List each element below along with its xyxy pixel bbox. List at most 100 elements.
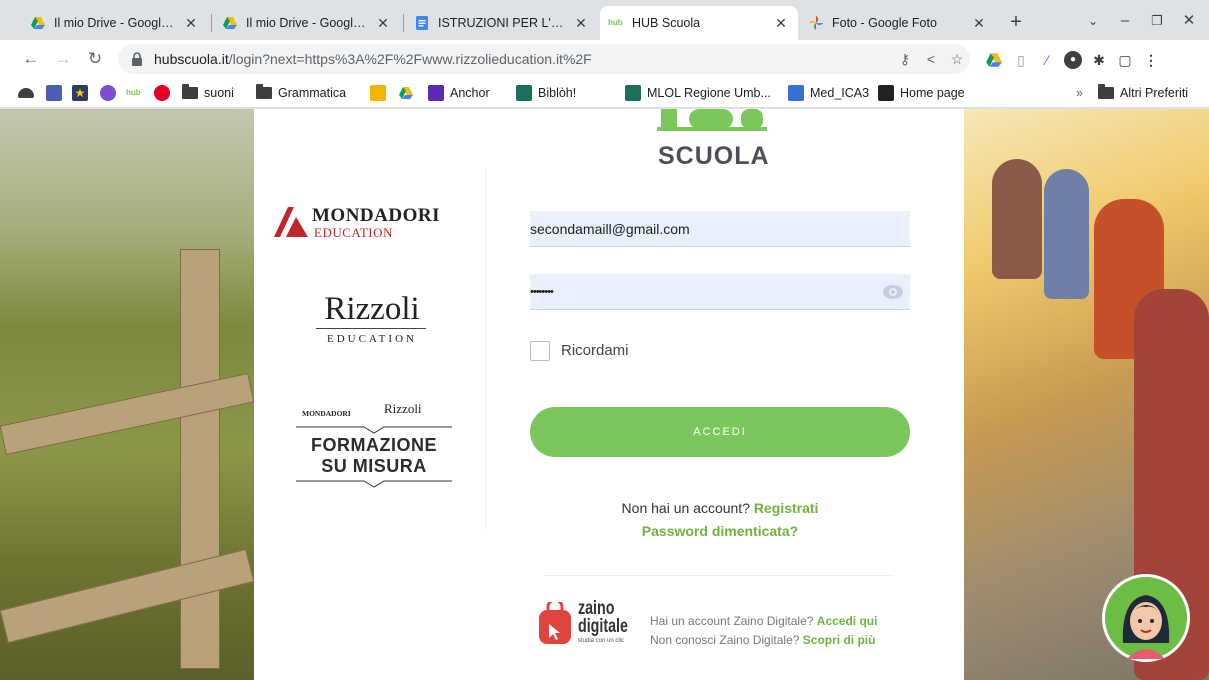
tab-title: HUB Scuola — [632, 16, 701, 30]
zaino-line2-text: Non conosci Zaino Digitale? — [650, 633, 800, 647]
tab-drive-2[interactable]: Il mio Drive - Google Dri ✕ — [214, 6, 400, 40]
google-drive-icon[interactable] — [985, 51, 1003, 69]
home-app-icon — [878, 85, 894, 101]
accedi-label: ACCEDI — [693, 426, 747, 438]
mondadori-sub: EDUCATION — [314, 225, 393, 240]
formazione-su-misura-logo: FORMAZIONE SU MISURA — [294, 435, 454, 477]
wordpress-icon — [100, 85, 116, 101]
bookmark-classroom[interactable] — [370, 83, 392, 103]
bookmark-grammatica[interactable]: Grammatica — [256, 83, 346, 103]
show-password-eye-icon[interactable] — [882, 282, 904, 302]
zaino-accedi-link[interactable]: Accedi qui — [817, 614, 878, 628]
fsm-bottom-rule — [296, 480, 452, 488]
zaino-line1-text: Hai un account Zaino Digitale? — [650, 614, 814, 628]
pen-extension-icon[interactable]: ∕ — [1038, 51, 1056, 69]
background-photo-left — [0, 109, 255, 680]
star-icon[interactable]: ☆ — [944, 51, 970, 68]
bookmark-label: Biblòh! — [538, 86, 577, 100]
page-content: MONDADORI EDUCATION Rizzoli EDUCATION MO… — [0, 109, 1209, 680]
bookmark-biblioh[interactable]: Biblòh! — [516, 83, 576, 103]
tab-search-chevron-icon[interactable]: ⌄ — [1078, 8, 1108, 34]
classroom-icon — [370, 85, 386, 101]
side-panel-icon[interactable]: ▢ — [1116, 51, 1134, 69]
back-button[interactable]: ← — [18, 46, 44, 72]
register-link[interactable]: Registrati — [754, 500, 819, 516]
forgot-password-link[interactable]: Password dimenticata? — [530, 523, 910, 539]
zaino-scopri-link[interactable]: Scopri di più — [803, 633, 876, 647]
minimize-button[interactable]: – — [1110, 8, 1140, 34]
extension-icon[interactable]: ▯ — [1012, 51, 1030, 69]
bookmarks-overflow-chevron[interactable]: » — [1076, 83, 1083, 103]
bookmark-cloud[interactable] — [18, 83, 40, 103]
tab-docs[interactable]: ISTRUZIONI PER L'ACQU ✕ — [406, 6, 598, 40]
bookmark-home-page[interactable]: Home page — [878, 83, 965, 103]
fsm-title-1: FORMAZIONE — [311, 435, 437, 455]
bookmark-label: Home page — [900, 86, 965, 100]
tab-title: Il mio Drive - Google Dri — [54, 16, 176, 30]
close-icon[interactable]: ✕ — [572, 15, 590, 32]
bookmark-app[interactable] — [46, 83, 68, 103]
close-icon[interactable]: ✕ — [970, 15, 988, 32]
mlol-icon — [516, 85, 532, 101]
bookmark-label: MLOL Regione Umb... — [647, 86, 771, 100]
reload-button[interactable]: ↻ — [82, 46, 108, 72]
bookmark-mlol[interactable]: MLOL Regione Umb... — [625, 83, 771, 103]
bookmark-med-ica3[interactable]: Med_ICA3 — [788, 83, 869, 103]
bookmark-wordpress[interactable] — [100, 83, 122, 103]
address-bar[interactable]: hubscuola.it/login?next=https%3A%2F%2Fww… — [118, 44, 970, 74]
assistant-avatar-button[interactable] — [1102, 574, 1190, 662]
share-icon[interactable]: < — [918, 51, 944, 67]
bookmark-anchor[interactable]: Anchor — [428, 83, 490, 103]
menu-icon[interactable]: ⋮ — [1142, 51, 1160, 69]
mondadori-name: MONDADORI — [312, 205, 440, 226]
tab-google-photos[interactable]: Foto - Google Foto ✕ — [800, 6, 996, 40]
forward-button[interactable]: → — [50, 46, 76, 72]
tab-strip: Il mio Drive - Google Dri ✕ Il mio Drive… — [0, 0, 1209, 40]
new-tab-button[interactable]: + — [1003, 9, 1029, 35]
folder-icon — [1098, 84, 1114, 99]
hub-logo — [657, 109, 767, 131]
bookmark-hub[interactable]: hub — [126, 83, 148, 103]
close-icon[interactable]: ✕ — [182, 15, 200, 32]
lock-icon — [132, 52, 142, 66]
email-field[interactable]: secondamaill@gmail.com — [530, 211, 910, 247]
bookmark-altri-preferiti[interactable]: Altri Preferiti — [1098, 83, 1188, 103]
restore-button[interactable]: ❐ — [1142, 8, 1172, 34]
remember-me-checkbox[interactable] — [530, 341, 550, 361]
puzzle-icon[interactable]: ✱ — [1090, 51, 1108, 69]
profile-extension-icon[interactable]: ● — [1064, 51, 1082, 69]
tab-title: Foto - Google Foto — [832, 16, 937, 30]
fsm-top-rule — [296, 426, 452, 434]
password-field[interactable]: •••••••• — [530, 274, 910, 310]
bookmark-drive[interactable] — [398, 83, 420, 103]
bookmark-star-app[interactable]: ★ — [72, 83, 94, 103]
rizzoli-sub: EDUCATION — [327, 333, 417, 345]
tab-title: ISTRUZIONI PER L'ACQU — [438, 16, 566, 30]
browser-toolbar: ← → ↻ hubscuola.it/login?next=https%3A%2… — [0, 40, 1209, 78]
calendar-app-icon — [788, 85, 804, 101]
close-icon[interactable]: ✕ — [374, 15, 392, 32]
zaino-discover-line: Non conosci Zaino Digitale? Scopri di pi… — [650, 633, 875, 647]
fsm-rizzoli: Rizzoli — [384, 401, 422, 416]
tab-hub-scuola[interactable]: hub HUB Scuola ✕ — [600, 6, 798, 40]
hub-icon: hub — [126, 88, 141, 97]
tab-drive-1[interactable]: Il mio Drive - Google Dri ✕ — [22, 6, 208, 40]
password-value: •••••••• — [530, 285, 554, 298]
tab-title: Il mio Drive - Google Dri — [246, 16, 368, 30]
bookmark-suoni[interactable]: suoni — [182, 83, 234, 103]
url-path: /login?next=https%3A%2F%2Fwww.rizzoliedu… — [228, 51, 592, 67]
google-photos-icon — [809, 16, 823, 30]
key-icon[interactable]: ⚷ — [892, 51, 918, 68]
google-drive-icon — [223, 17, 237, 29]
close-icon[interactable]: ✕ — [772, 15, 790, 32]
zaino-name-2: digitale — [578, 616, 628, 637]
login-card: MONDADORI EDUCATION Rizzoli EDUCATION MO… — [254, 109, 964, 680]
url-text: hubscuola.it/login?next=https%3A%2F%2Fww… — [154, 51, 892, 67]
accedi-button[interactable]: ACCEDI — [530, 407, 910, 457]
close-window-button[interactable]: ✕ — [1174, 8, 1204, 34]
rizzoli-logo: Rizzoli — [324, 291, 420, 327]
bookmark-pinterest[interactable] — [154, 83, 176, 103]
zaino-digitale-logo: zaino digitale — [578, 599, 628, 637]
fsm-brand-row: MONDADORI Rizzoli — [294, 401, 454, 423]
url-host: hubscuola.it — [154, 51, 229, 67]
